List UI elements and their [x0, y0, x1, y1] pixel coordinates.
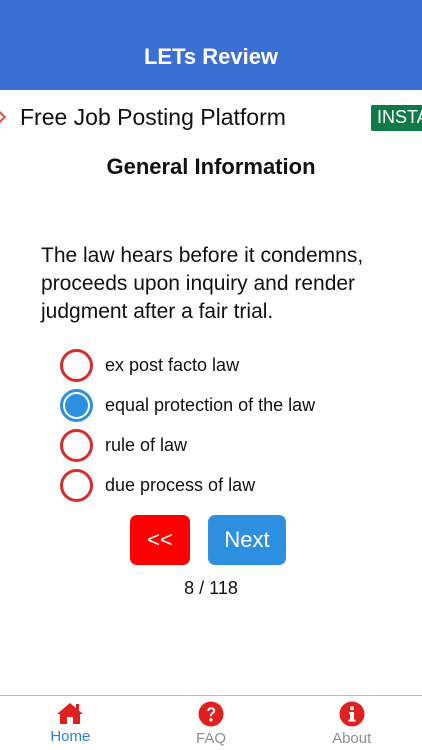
tab-label: Home — [50, 728, 91, 745]
option-due-process-of-law[interactable]: due process of law — [60, 465, 400, 505]
tab-label: About — [332, 730, 372, 747]
option-label: equal protection of the law — [105, 394, 316, 415]
ad-banner[interactable]: Free Job Posting Platform INSTALL — [0, 98, 422, 140]
tab-label: FAQ — [196, 730, 227, 747]
option-label: rule of law — [105, 434, 188, 455]
tab-about[interactable]: About — [281, 696, 422, 750]
option-label: ex post facto law — [105, 354, 240, 375]
home-icon — [57, 703, 84, 724]
answer-options: ex post facto law equal protection of th… — [60, 345, 400, 505]
previous-button[interactable]: << — [130, 515, 190, 565]
option-equal-protection-of-the-law[interactable]: equal protection of the law — [60, 385, 400, 425]
ad-arrow-icon — [0, 109, 7, 125]
radio-button[interactable] — [60, 428, 93, 462]
section-title: General Information — [106, 154, 316, 179]
radio-button[interactable] — [60, 468, 93, 502]
option-label: due process of law — [105, 474, 256, 495]
tab-home[interactable]: Home — [0, 696, 141, 750]
nav-bar: LETs Review — [0, 0, 422, 90]
option-rule-of-law[interactable]: rule of law — [60, 425, 400, 465]
option-ex-post-facto-law[interactable]: ex post facto law — [60, 345, 400, 385]
tab-bar: Home FAQ About — [0, 695, 422, 750]
radio-button[interactable] — [60, 348, 93, 382]
ad-install-button[interactable]: INSTALL — [371, 105, 422, 131]
question-text: The law hears before it condemns, procee… — [41, 244, 364, 323]
tab-faq[interactable]: FAQ — [141, 696, 282, 750]
page-title: LETs Review — [143, 44, 279, 69]
question-circle-icon — [198, 701, 224, 727]
question-counter: 8 / 118 — [184, 578, 238, 598]
next-button[interactable]: Next — [208, 515, 286, 565]
radio-button-selected[interactable] — [60, 388, 93, 422]
app-screen: LETs Review Free Job Posting Platform IN… — [0, 0, 422, 750]
info-circle-icon — [339, 701, 365, 727]
ad-text: Free Job Posting Platform — [20, 104, 286, 130]
